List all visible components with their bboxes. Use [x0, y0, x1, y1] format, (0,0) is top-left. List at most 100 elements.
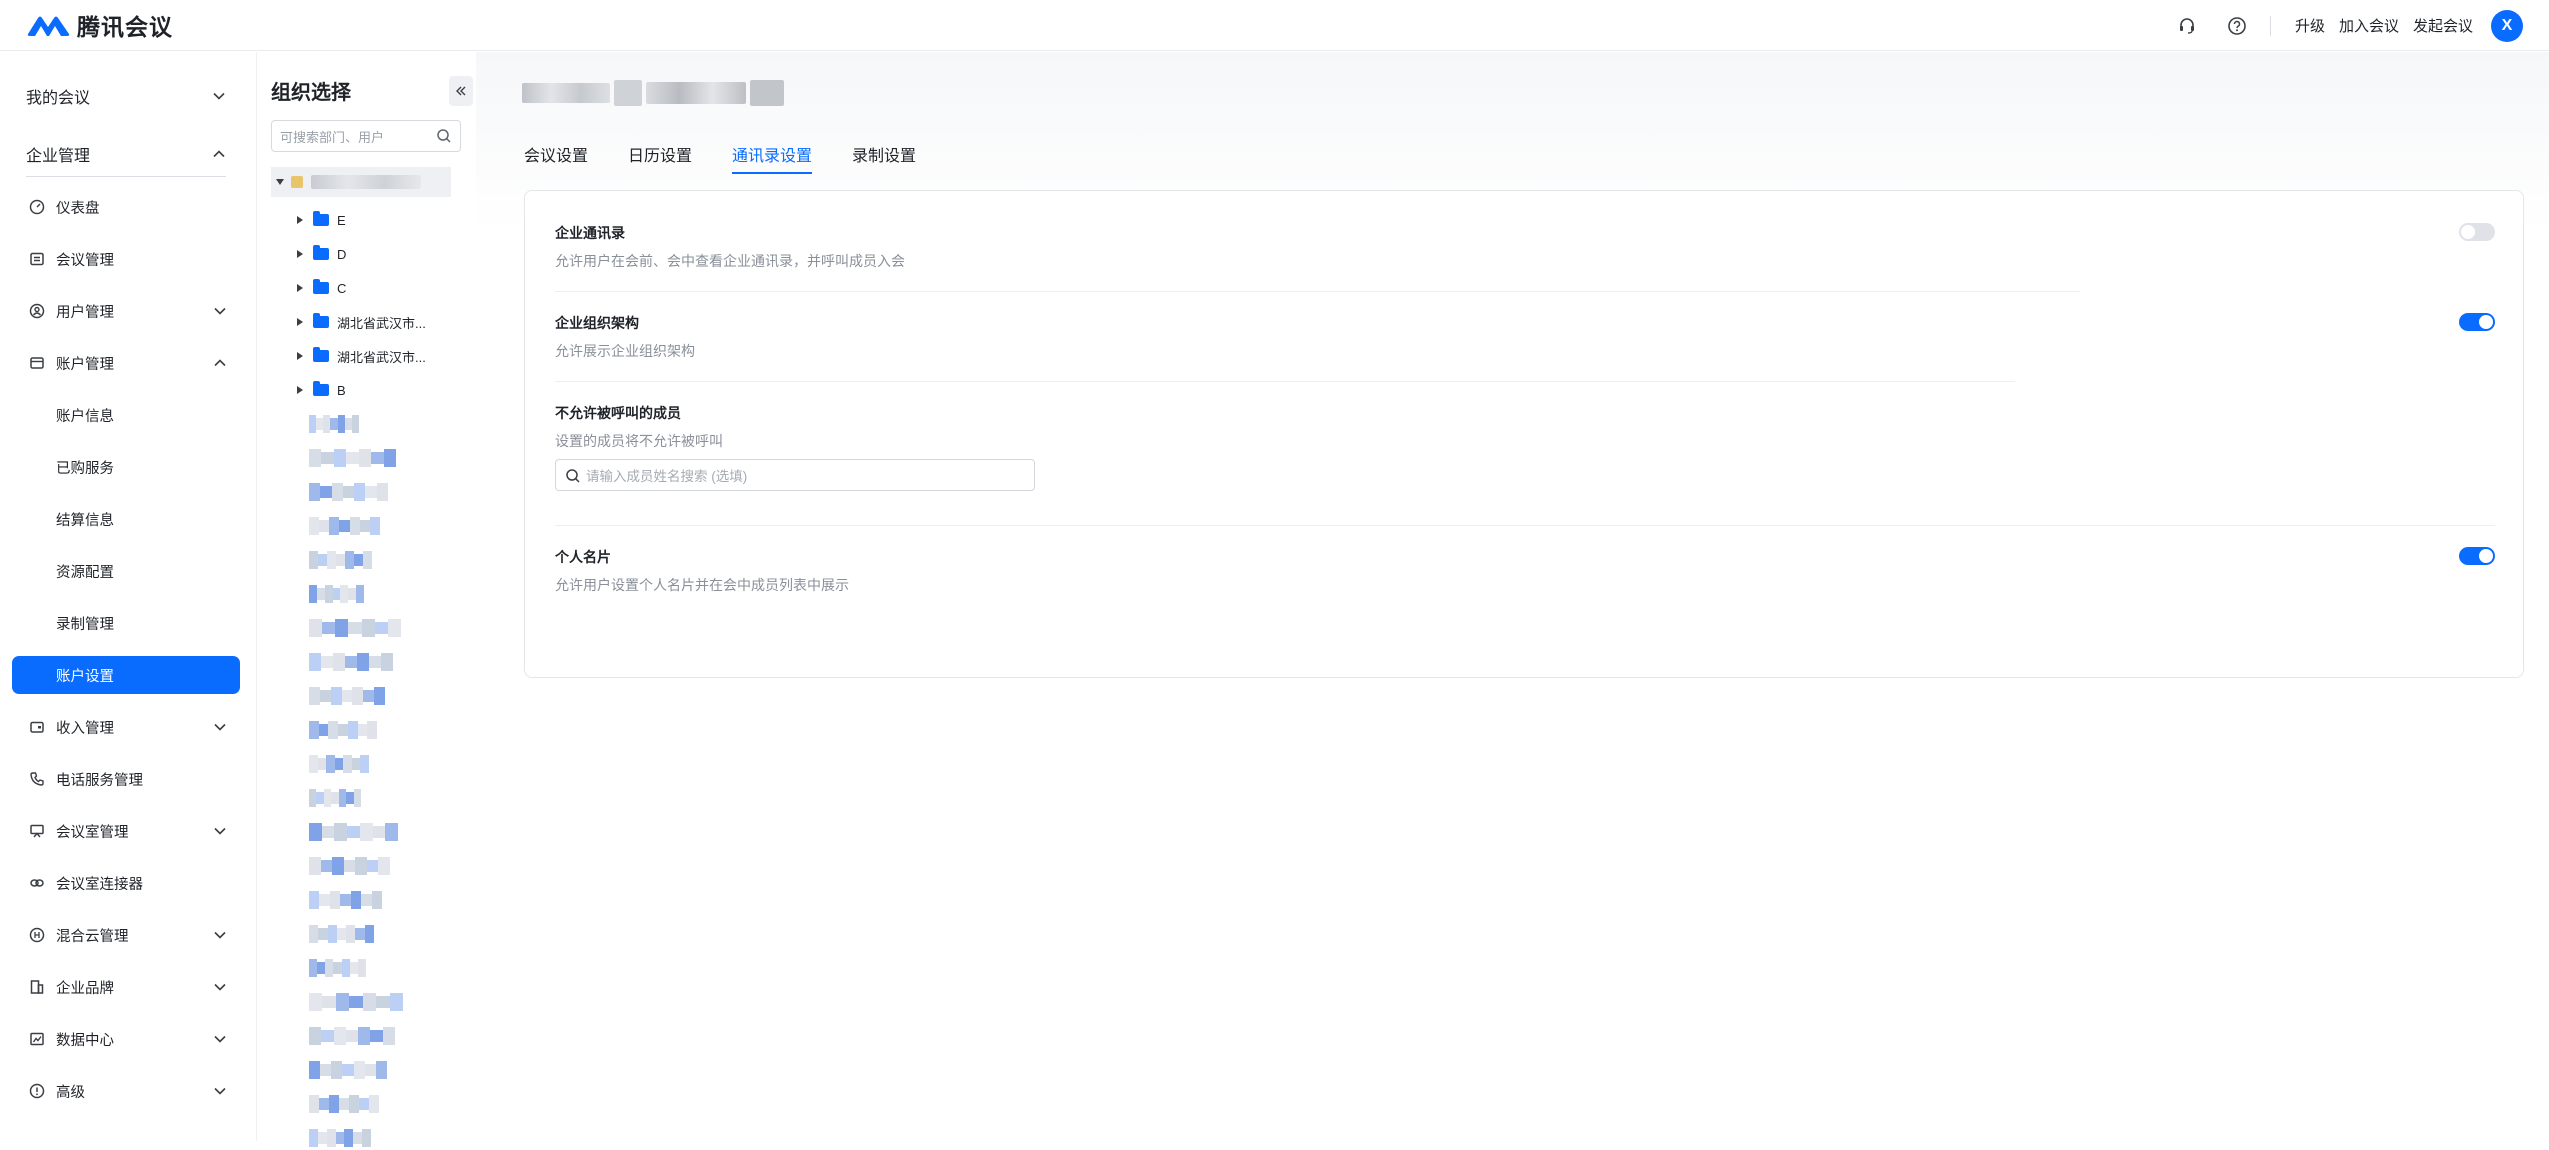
org-search-input[interactable]: 可搜索部门、用户 [271, 120, 461, 152]
sidebar-item-enterprise-brand[interactable]: 企业品牌 [12, 968, 240, 1006]
start-meeting-link[interactable]: 发起会议 [2413, 15, 2473, 36]
tencent-meeting-logo-icon [27, 16, 70, 36]
redacted-user-entry [309, 718, 378, 742]
sidebar-item-account-info[interactable]: 账户信息 [12, 396, 240, 434]
sidebar-item-label: 电话服务管理 [56, 772, 143, 789]
sidebar-item-account-settings[interactable]: 账户设置 [12, 656, 240, 694]
sidebar-item-account-management[interactable]: 账户管理 [12, 344, 240, 382]
org-folder-hubei-2[interactable]: 湖北省武汉市... [297, 344, 426, 368]
sidebar-item-user-management[interactable]: 用户管理 [12, 292, 240, 330]
org-folder-c[interactable]: C [297, 276, 346, 300]
caret-right-icon [297, 216, 303, 224]
sidebar-item-label: 账户信息 [56, 408, 114, 425]
redacted-user-entry [309, 1024, 395, 1048]
sidebar-item-label: 会议管理 [56, 252, 114, 269]
sidebar-item-data-center[interactable]: 数据中心 [12, 1020, 240, 1058]
redacted-user-entry [309, 752, 370, 776]
org-folder-hubei-1[interactable]: 湖北省武汉市... [297, 310, 426, 334]
redacted-user-entry [309, 990, 403, 1014]
sidebar-item-phone-service[interactable]: 电话服务管理 [12, 760, 240, 798]
org-folder-label: E [337, 212, 346, 228]
sidebar-enterprise-label: 企业管理 [26, 148, 91, 165]
advanced-icon [28, 1082, 46, 1100]
tab-recording-settings[interactable]: 录制设置 [852, 142, 916, 174]
sidebar-item-billing-info[interactable]: 结算信息 [12, 500, 240, 538]
chevron-down-icon [212, 1083, 228, 1099]
sidebar-item-advanced[interactable]: 高级 [12, 1072, 240, 1110]
redacted-user-entry [309, 480, 388, 504]
caret-down-icon [276, 179, 284, 185]
search-icon [566, 469, 580, 483]
sidebar-item-revenue[interactable]: 收入管理 [12, 708, 240, 746]
sidebar-item-purchased-services[interactable]: 已购服务 [12, 448, 240, 486]
directory-toggle[interactable] [2459, 223, 2495, 241]
folder-icon [313, 279, 329, 294]
redacted-user-entry [309, 650, 393, 674]
sidebar-my-meetings-label: 我的会议 [26, 90, 91, 107]
toggle-knob [2479, 315, 2493, 329]
sidebar-enterprise[interactable]: 企业管理 [26, 139, 226, 169]
account-icon [28, 354, 46, 372]
toggle-knob [2461, 225, 2475, 239]
sidebar-item-recording-management[interactable]: 录制管理 [12, 604, 240, 642]
chevron-down-icon [212, 979, 228, 995]
redacted-user-entry [309, 616, 401, 640]
tab-directory-settings[interactable]: 通讯录设置 [732, 142, 813, 174]
help-icon[interactable] [2226, 15, 2248, 37]
sidebar-item-room-connector[interactable]: 会议室连接器 [12, 864, 240, 902]
org-folder-label: C [337, 280, 347, 296]
sidebar-my-meetings[interactable]: 我的会议 [26, 81, 226, 111]
setting-nocall-title: 不允许被呼叫的成员 [555, 405, 681, 421]
setting-separator [555, 291, 2080, 292]
org-tree-root[interactable] [271, 167, 451, 197]
folder-icon [313, 245, 329, 260]
sidebar-item-room-management[interactable]: 会议室管理 [12, 812, 240, 850]
redacted-user-entry [309, 684, 386, 708]
caret-right-icon [297, 352, 303, 360]
redacted-company-name [311, 175, 421, 189]
user-icon [28, 302, 46, 320]
folder-icon [313, 347, 329, 362]
org-folder-label: 湖北省武汉市... [337, 315, 426, 331]
phone-icon [28, 770, 46, 788]
avatar[interactable]: X [2491, 9, 2523, 42]
sidebar-item-resource-config[interactable]: 资源配置 [12, 552, 240, 590]
redacted-user-entry [309, 956, 366, 980]
redacted-user-entry [309, 820, 399, 844]
org-title: 组织选择 [271, 82, 351, 104]
sidebar-item-meeting-management[interactable]: 会议管理 [12, 240, 240, 278]
top-bar: 腾讯会议 升级 加入会议 发起会议 X [0, 0, 2549, 51]
chevron-down-icon [212, 927, 228, 943]
sidebar-item-label: 录制管理 [56, 616, 114, 633]
double-chevron-left-icon [456, 86, 466, 96]
wallet-icon [28, 718, 46, 736]
collapse-panel-button[interactable] [449, 76, 473, 106]
org-folder-b[interactable]: B [297, 378, 346, 402]
headset-icon[interactable] [2176, 15, 2198, 37]
sidebar-item-dashboard[interactable]: 仪表盘 [12, 188, 240, 226]
upgrade-link[interactable]: 升级 [2295, 15, 2325, 36]
tab-meeting-settings[interactable]: 会议设置 [524, 142, 588, 174]
redacted-user-entry [309, 1092, 379, 1116]
orgchart-toggle[interactable] [2459, 313, 2495, 331]
setting-nocall-desc: 设置的成员将不允许被呼叫 [555, 433, 723, 449]
sidebar-item-label: 仪表盘 [56, 200, 100, 217]
business-card-toggle[interactable] [2459, 547, 2495, 565]
tab-calendar-settings[interactable]: 日历设置 [628, 142, 692, 174]
caret-right-icon [297, 250, 303, 258]
org-folder-e[interactable]: E [297, 208, 346, 232]
setting-card-desc: 允许用户设置个人名片并在会中成员列表中展示 [555, 577, 849, 593]
join-meeting-link[interactable]: 加入会议 [2339, 15, 2399, 36]
org-folder-d[interactable]: D [297, 242, 346, 266]
redacted-user-entry [309, 582, 365, 606]
setting-orgchart-desc: 允许展示企业组织架构 [555, 343, 695, 359]
setting-separator [555, 525, 2495, 526]
redacted-user-entry [309, 1058, 387, 1082]
brand[interactable]: 腾讯会议 [26, 9, 173, 41]
chart-icon [28, 1030, 46, 1048]
member-search-input[interactable]: 请输入成员姓名搜索 (选填) [555, 459, 1035, 491]
sidebar-item-hybrid-cloud[interactable]: 混合云管理 [12, 916, 240, 954]
folder-icon [313, 313, 329, 328]
setting-directory-title: 企业通讯录 [555, 225, 625, 241]
sidebar-item-label: 混合云管理 [56, 928, 129, 945]
